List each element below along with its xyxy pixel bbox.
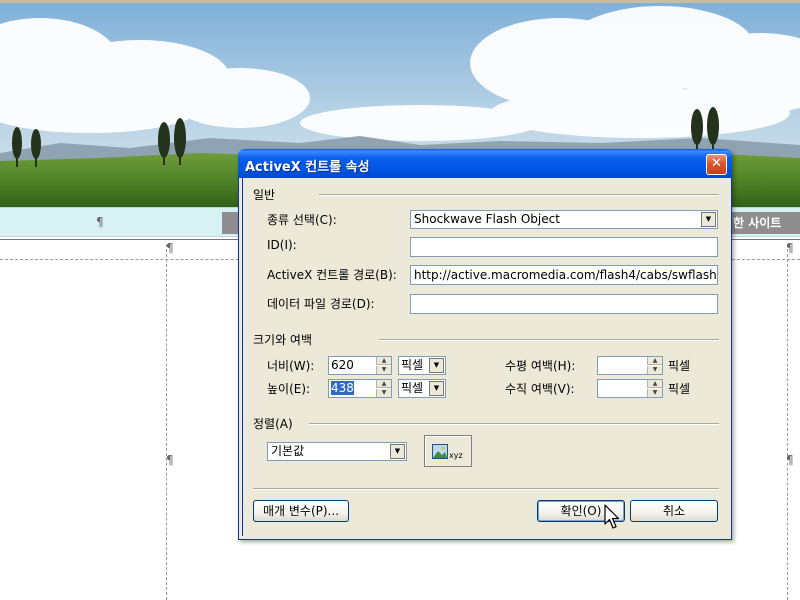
align-section-header: 정렬(A) [253, 417, 293, 431]
spin-up-icon[interactable]: ▲ [647, 380, 662, 388]
control-path-label: ActiveX 컨트롤 경로(B): [267, 268, 397, 282]
parameters-button[interactable]: 매개 변수(P)... [253, 500, 349, 522]
paragraph-mark: ¶ [786, 241, 794, 255]
vspace-stepper[interactable]: ▲ ▼ [597, 379, 663, 398]
width-stepper[interactable]: 620 ▲ ▼ [328, 356, 392, 375]
table-column-guide [166, 244, 167, 600]
dialog-body: 일반 종류 선택(C): Shockwave Flash Object ▼ ID… [242, 178, 729, 536]
section-divider [319, 194, 719, 196]
datafile-path-input[interactable] [410, 294, 718, 314]
vspace-label: 수직 여백(V): [505, 382, 575, 396]
type-label: 종류 선택(C): [267, 213, 337, 227]
width-value: 620 [331, 358, 354, 372]
chevron-down-icon[interactable]: ▼ [429, 358, 444, 373]
paragraph-mark: ¶ [96, 215, 104, 229]
general-section-header: 일반 [253, 188, 276, 202]
preview-caption: xyz [449, 451, 463, 460]
spin-up-icon[interactable]: ▲ [376, 357, 391, 365]
paragraph-mark: ¶ [166, 453, 174, 467]
align-preview-button[interactable]: xyz [424, 435, 472, 467]
size-section-header: 크기와 여백 [253, 333, 313, 347]
dialog-titlebar[interactable]: ActiveX 컨트롤 속성 ✕ [238, 149, 732, 178]
activex-properties-dialog: ActiveX 컨트롤 속성 ✕ 일반 종류 선택(C): Shockwave … [238, 149, 732, 540]
vspace-unit: 픽셀 [668, 382, 691, 396]
table-column-guide [787, 244, 788, 600]
spin-down-icon[interactable]: ▼ [376, 366, 391, 374]
height-unit-value: 픽셀 [401, 381, 424, 395]
hspace-label: 수평 여백(H): [505, 359, 576, 373]
nav-link-text[interactable]: 한 사이트 [733, 214, 781, 231]
width-unit-value: 픽셀 [401, 358, 424, 372]
spin-down-icon[interactable]: ▼ [376, 389, 391, 397]
close-icon[interactable]: ✕ [706, 154, 727, 175]
section-divider [309, 423, 719, 425]
footer-divider [253, 488, 719, 490]
width-unit-select[interactable]: 픽셀 ▼ [398, 356, 446, 375]
spin-up-icon[interactable]: ▲ [647, 357, 662, 365]
chevron-down-icon[interactable]: ▼ [701, 212, 716, 227]
align-select-value: 기본값 [271, 444, 305, 458]
spin-down-icon[interactable]: ▼ [647, 389, 662, 397]
height-unit-select[interactable]: 픽셀 ▼ [398, 379, 446, 398]
control-path-input[interactable]: http://active.macromedia.com/flash4/cabs… [410, 265, 718, 285]
height-label: 높이(E): [267, 382, 311, 396]
cancel-button[interactable]: 취소 [630, 500, 718, 522]
chevron-down-icon[interactable]: ▼ [429, 381, 444, 396]
align-select[interactable]: 기본값 ▼ [267, 442, 407, 461]
paragraph-mark: ¶ [786, 453, 794, 467]
dialog-title: ActiveX 컨트롤 속성 [245, 160, 370, 175]
paragraph-mark: ¶ [166, 241, 174, 255]
width-label: 너비(W): [267, 359, 315, 373]
datafile-path-label: 데이터 파일 경로(D): [267, 297, 375, 311]
image-preview-icon: xyz [432, 444, 463, 460]
type-select[interactable]: Shockwave Flash Object ▼ [410, 210, 718, 229]
spin-down-icon[interactable]: ▼ [647, 366, 662, 374]
height-value: 438 [331, 381, 354, 395]
section-divider [379, 339, 719, 341]
type-select-value: Shockwave Flash Object [414, 212, 560, 226]
id-label: ID(I): [267, 238, 297, 252]
height-stepper[interactable]: 438 ▲ ▼ [328, 379, 392, 398]
id-input[interactable] [410, 237, 718, 257]
chevron-down-icon[interactable]: ▼ [390, 444, 405, 459]
hspace-stepper[interactable]: ▲ ▼ [597, 356, 663, 375]
hspace-unit: 픽셀 [668, 359, 691, 373]
mouse-cursor-icon [604, 504, 620, 529]
spin-up-icon[interactable]: ▲ [376, 380, 391, 388]
